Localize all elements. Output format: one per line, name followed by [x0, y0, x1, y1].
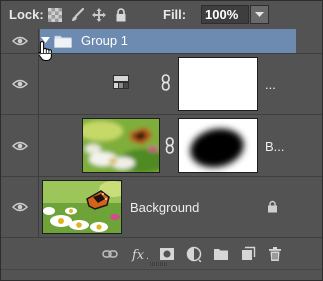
- eye-visibility-icon[interactable]: [12, 35, 28, 47]
- panel-footer: [1, 269, 322, 280]
- chevron-down-icon: [255, 12, 264, 17]
- lock-image-pixels-icon[interactable]: [70, 8, 84, 22]
- layers-list: Group 1 ... B... Background: [1, 29, 322, 237]
- lock-all-icon[interactable]: [114, 8, 128, 22]
- levels-adjustment-icon: [113, 75, 129, 89]
- svg-text:.: .: [146, 252, 149, 262]
- layer-row-adjustment[interactable]: ...: [1, 54, 322, 114]
- mask-link-chain-icon[interactable]: [165, 137, 175, 154]
- eye-visibility-icon[interactable]: [12, 78, 28, 90]
- delete-layer-icon[interactable]: [267, 246, 283, 262]
- fill-dropdown-button[interactable]: [250, 5, 269, 24]
- lock-label: Lock:: [9, 7, 44, 22]
- eye-visibility-icon[interactable]: [12, 201, 28, 213]
- layers-bottom-toolbar: fx .: [1, 237, 322, 269]
- mask-link-chain-icon[interactable]: [161, 74, 171, 91]
- vignette-mask-thumbnail[interactable]: [178, 118, 258, 173]
- selection-highlight: [40, 29, 296, 53]
- eye-visibility-icon[interactable]: [12, 140, 28, 152]
- layer-row-image[interactable]: B...: [1, 115, 322, 176]
- background-photo-thumbnail[interactable]: [42, 180, 122, 234]
- fill-input[interactable]: 100%: [201, 5, 249, 24]
- layer-style-fx-icon[interactable]: fx .: [131, 246, 151, 262]
- link-layers-icon[interactable]: [102, 246, 118, 262]
- fill-label: Fill:: [163, 7, 187, 22]
- layer-name: Background: [130, 200, 200, 215]
- layer-name: B...: [265, 139, 285, 154]
- add-mask-icon[interactable]: [159, 246, 175, 262]
- lock-icon: [268, 200, 277, 213]
- lock-position-icon[interactable]: [92, 8, 106, 22]
- lock-transparent-pixels-icon[interactable]: [48, 8, 62, 22]
- adjustment-layer-icon[interactable]: [186, 246, 202, 262]
- folder-icon: [54, 35, 72, 48]
- new-layer-icon[interactable]: [240, 246, 256, 262]
- blurred-photo-thumbnail[interactable]: [82, 118, 160, 173]
- layer-name: Group 1: [81, 33, 128, 48]
- resize-grip-icon[interactable]: [149, 262, 169, 267]
- layer-row-group[interactable]: Group 1: [1, 29, 322, 61]
- svg-text:fx: fx: [131, 248, 145, 262]
- layers-panel: Lock: Fill: 100% Group 1 ... B... Backgr…: [0, 0, 323, 281]
- layer-row-background[interactable]: Background: [1, 177, 322, 237]
- layer-mask-thumbnail[interactable]: [178, 57, 258, 111]
- new-group-icon[interactable]: [213, 246, 229, 262]
- layer-name: ...: [265, 77, 276, 92]
- lock-toolbar: Lock: Fill: 100%: [1, 1, 322, 29]
